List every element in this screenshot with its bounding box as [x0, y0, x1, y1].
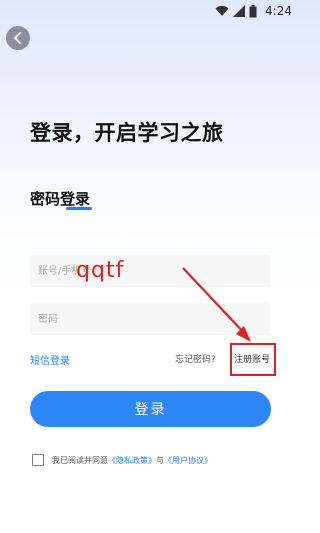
- battery-icon: [249, 4, 257, 17]
- agreement-and: 与: [156, 455, 164, 465]
- tab-password-login[interactable]: 密码登录: [30, 188, 90, 209]
- password-field[interactable]: [30, 303, 270, 335]
- agreement-checkbox[interactable]: [32, 454, 44, 466]
- signal-icon: [233, 5, 246, 17]
- page-headline: 登录，开启学习之旅: [30, 121, 224, 145]
- status-time: 4:24: [265, 4, 292, 18]
- account-field[interactable]: [30, 255, 270, 287]
- watermark-annotation: qqtf: [76, 258, 125, 283]
- user-agreement-link[interactable]: 《用户协议》: [164, 455, 212, 466]
- back-button[interactable]: [6, 26, 30, 50]
- status-icons: 4:24: [215, 3, 292, 19]
- annotation-highlight-box: [230, 343, 276, 376]
- forgot-password-link[interactable]: 忘记密码?: [175, 352, 216, 365]
- agreement-row: 我已阅读并同意 《隐私政策》 与 《用户协议》: [32, 454, 212, 466]
- sms-login-link[interactable]: 短信登录: [30, 352, 70, 367]
- login-button[interactable]: 登录: [30, 391, 271, 427]
- status-bar: 4:24: [0, 0, 300, 22]
- tab-active-indicator: [66, 207, 92, 210]
- wifi-icon: [215, 5, 229, 16]
- chevron-left-icon: [14, 32, 21, 44]
- privacy-policy-link[interactable]: 《隐私政策》: [108, 455, 156, 466]
- password-input[interactable]: [36, 312, 270, 326]
- account-input[interactable]: [36, 264, 270, 278]
- agreement-prefix: 我已阅读并同意: [52, 455, 108, 465]
